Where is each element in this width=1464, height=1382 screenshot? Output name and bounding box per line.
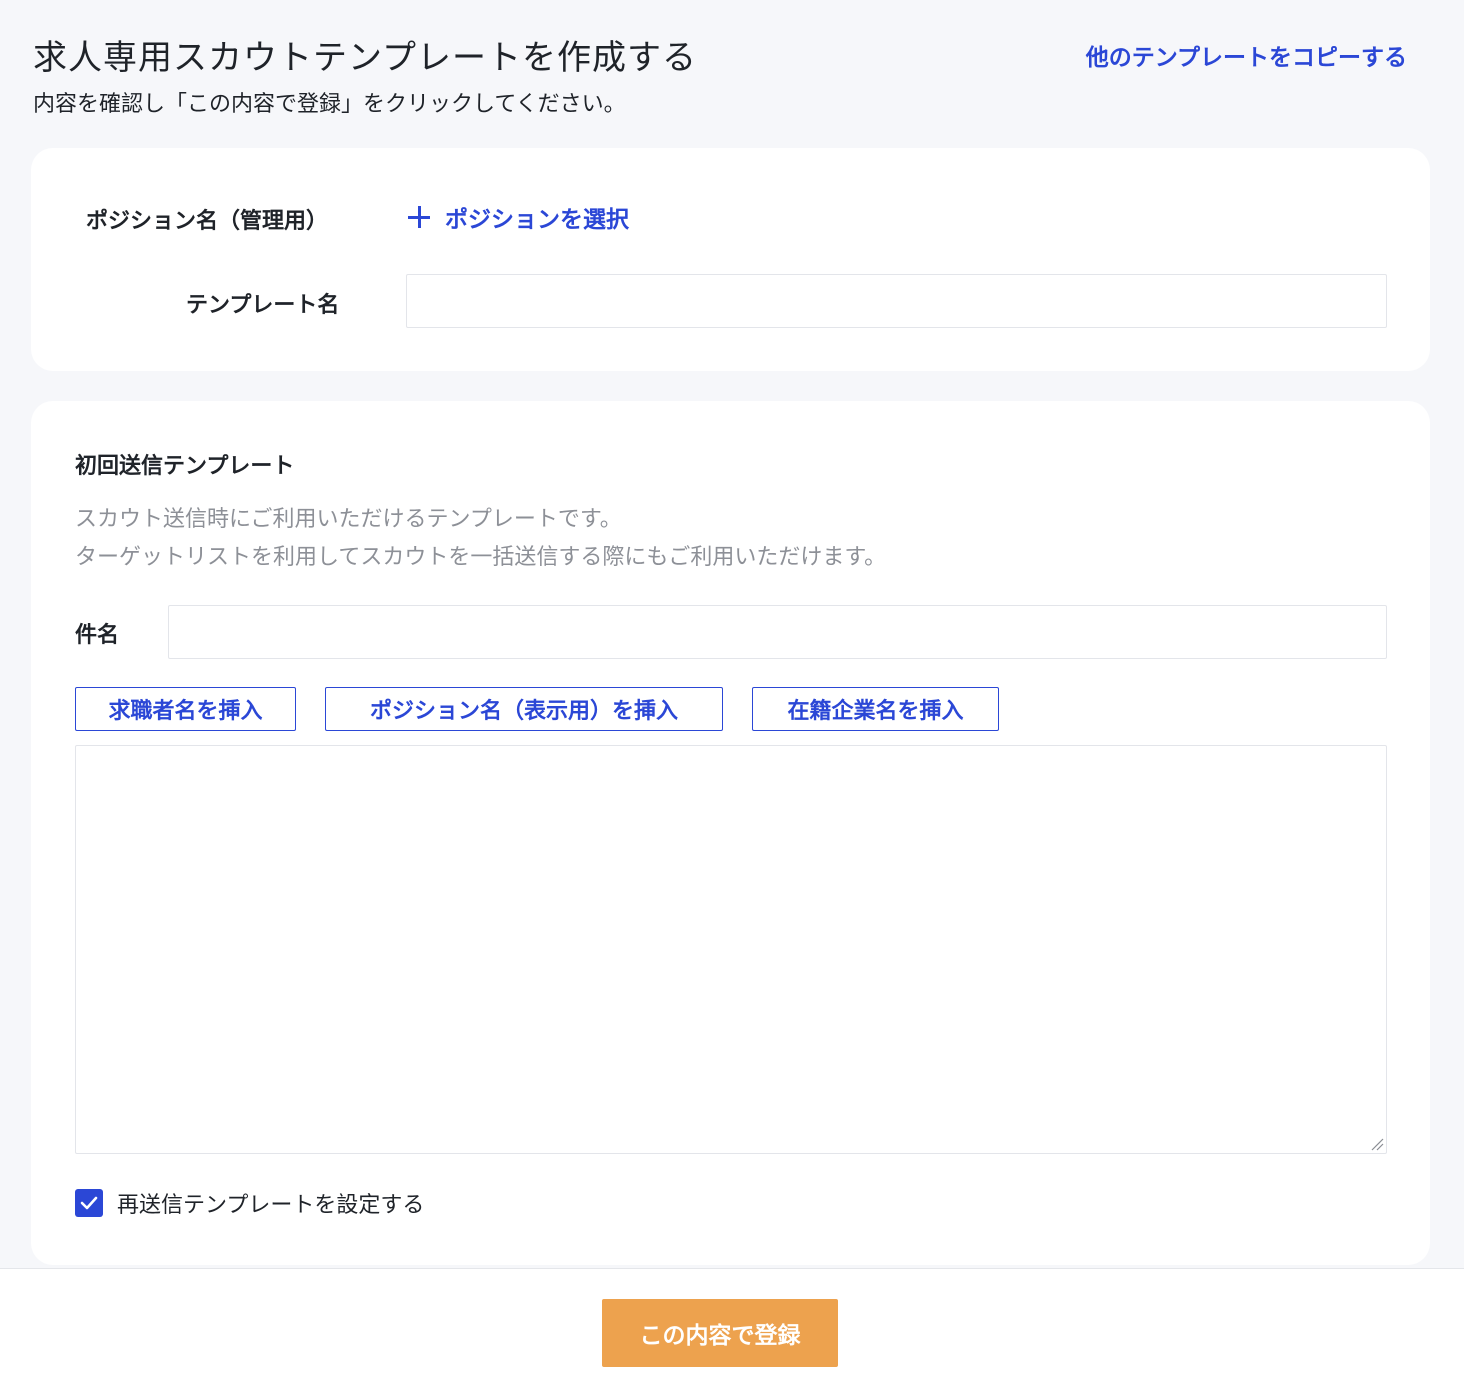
insert-candidate-name-button[interactable]: 求職者名を挿入 <box>75 687 296 731</box>
page-title: 求人専用スカウトテンプレートを作成する <box>33 38 697 78</box>
select-position-label: ポジションを選択 <box>445 207 629 233</box>
select-position-button[interactable]: ポジションを選択 <box>407 200 629 234</box>
template-name-label: テンプレート名 <box>186 293 340 318</box>
plus-icon <box>407 205 431 229</box>
template-name-input[interactable] <box>406 274 1387 328</box>
resend-template-label: 再送信テンプレートを設定する <box>117 1193 425 1218</box>
page-subtitle: 内容を確認し「この内容で登録」をクリックしてください。 <box>33 92 626 117</box>
copy-template-link[interactable]: 他のテンプレートをコピーする <box>1086 38 1407 72</box>
checkbox-checked-icon[interactable] <box>75 1189 103 1217</box>
section-description: スカウト送信時にご利用いただけるテンプレートです。 ターゲットリストを利用してス… <box>75 501 886 577</box>
page: 求人専用スカウトテンプレートを作成する 内容を確認し「この内容で登録」をクリック… <box>0 0 1464 1382</box>
insert-company-name-button[interactable]: 在籍企業名を挿入 <box>752 687 999 731</box>
position-name-label: ポジション名（管理用） <box>86 209 329 234</box>
submit-button[interactable]: この内容で登録 <box>602 1299 838 1367</box>
insert-position-name-button[interactable]: ポジション名（表示用）を挿入 <box>325 687 723 731</box>
footer-bar: この内容で登録 <box>0 1268 1464 1382</box>
first-send-template-card: 初回送信テンプレート スカウト送信時にご利用いただけるテンプレートです。 ターゲ… <box>31 401 1430 1265</box>
description-line: ターゲットリストを利用してスカウトを一括送信する際にもご利用いただけます。 <box>75 545 887 570</box>
description-line: スカウト送信時にご利用いただけるテンプレートです。 <box>75 507 622 532</box>
subject-label: 件名 <box>75 623 120 648</box>
message-body-textarea[interactable] <box>75 745 1387 1154</box>
resize-handle-icon[interactable] <box>1370 1137 1384 1151</box>
resend-template-checkbox[interactable]: 再送信テンプレートを設定する <box>75 1187 424 1219</box>
subject-input[interactable] <box>168 605 1387 659</box>
section-title: 初回送信テンプレート <box>75 454 295 479</box>
position-card: ポジション名（管理用） ポジションを選択 テンプレート名 <box>31 148 1430 371</box>
